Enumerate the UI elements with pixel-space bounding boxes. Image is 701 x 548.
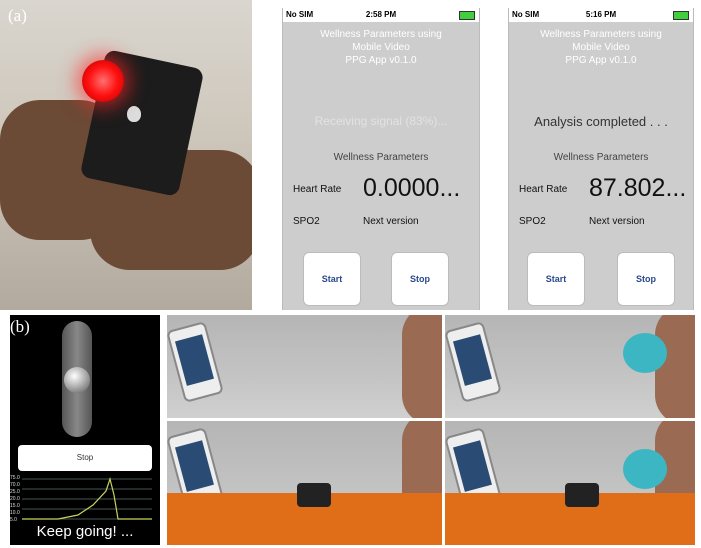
battery-icon xyxy=(673,11,689,20)
heart-rate-value: 87.802... xyxy=(589,174,687,202)
status-bar: No SIM 2:58 PM xyxy=(283,8,479,22)
app-title-line: Mobile Video xyxy=(352,42,410,53)
mouthpiece xyxy=(623,333,667,373)
mouthpiece xyxy=(623,449,667,489)
plot-gridlines xyxy=(22,478,152,520)
status-message: Analysis completed . . . xyxy=(534,114,668,129)
spo2-label: SPO2 xyxy=(519,216,546,227)
app-title: Wellness Parameters using Mobile Video P… xyxy=(283,28,479,67)
heart-rate-value: 0.0000... xyxy=(363,174,461,202)
photo-phone-mount-mouthpiece xyxy=(445,421,695,545)
face xyxy=(402,315,442,418)
camera-flash-icon xyxy=(82,60,124,102)
battery-icon xyxy=(459,11,475,20)
breath-app-screen: (b) Stop 75.0 70.0 25.0 20.0 15.0 10.0 5… xyxy=(10,315,160,545)
encouragement-message: Keep going! ... xyxy=(36,523,134,540)
heart-rate-label: Heart Rate xyxy=(293,184,342,195)
section-heading: Wellness Parameters xyxy=(553,152,649,163)
app-screen-receiving: No SIM 2:58 PM Wellness Parameters using… xyxy=(282,8,480,310)
handheld-phone xyxy=(445,321,502,403)
app-title-line: Wellness Parameters using xyxy=(540,29,662,40)
app-title-line: PPG App v0.1.0 xyxy=(565,55,637,66)
app-title-line: Mobile Video xyxy=(572,42,630,53)
stop-button[interactable]: Stop xyxy=(391,252,449,306)
app-title-line: Wellness Parameters using xyxy=(320,29,442,40)
belt-clip xyxy=(565,483,599,507)
status-bar: No SIM 5:16 PM xyxy=(509,8,693,22)
heart-rate-label: Heart Rate xyxy=(519,184,568,195)
app-title-line: PPG App v0.1.0 xyxy=(345,55,417,66)
panel-label-b: (b) xyxy=(10,317,30,336)
spo2-label: SPO2 xyxy=(293,216,320,227)
status-message: Receiving signal (83%)... xyxy=(314,114,448,128)
photo-phone-mount-mouth xyxy=(167,421,442,545)
start-button[interactable]: Start xyxy=(527,252,585,306)
apple-logo-icon xyxy=(127,106,141,122)
photo-phone-camera-flash: (a) xyxy=(0,0,252,310)
spo2-value: Next version xyxy=(589,216,645,227)
spo2-value: Next version xyxy=(363,216,419,227)
stop-button[interactable]: Stop xyxy=(18,445,152,471)
breath-plot xyxy=(22,476,152,520)
photo-phone-mouth xyxy=(167,315,442,418)
belt-clip xyxy=(297,483,331,507)
photo-phone-mouthpiece xyxy=(445,315,695,418)
handheld-phone xyxy=(167,321,224,403)
stop-button[interactable]: Stop xyxy=(617,252,675,306)
breath-gauge-ball-icon xyxy=(64,367,90,393)
app-title: Wellness Parameters using Mobile Video P… xyxy=(509,28,693,67)
clock: 2:58 PM xyxy=(365,10,397,19)
panel-label-a: (a) xyxy=(8,6,27,25)
start-button[interactable]: Start xyxy=(303,252,361,306)
app-screen-completed: No SIM 5:16 PM Wellness Parameters using… xyxy=(508,8,694,310)
section-heading: Wellness Parameters xyxy=(333,152,429,163)
clock: 5:16 PM xyxy=(585,10,617,19)
